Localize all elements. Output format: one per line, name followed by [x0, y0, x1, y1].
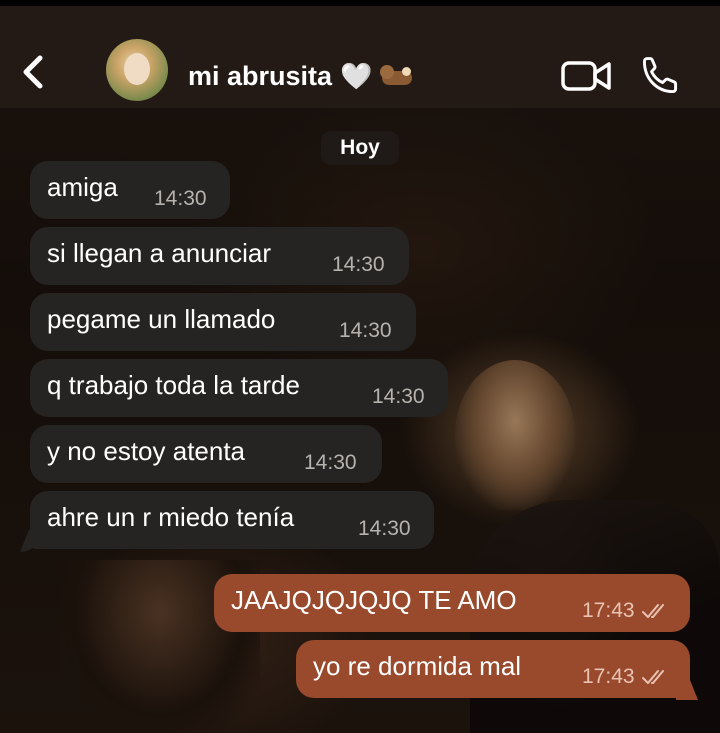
message-incoming[interactable]: si llegan a anunciar 14:30	[30, 227, 409, 285]
message-incoming[interactable]: pegame un llamado 14:30	[30, 293, 416, 351]
message-text: pegame un llamado	[47, 304, 276, 334]
message-meta: 17:43	[582, 665, 669, 689]
back-arrow-icon	[23, 55, 43, 89]
message-text: amiga	[47, 172, 118, 202]
chat-header: mi abrusita 🤍	[0, 6, 720, 108]
message-text: ahre un r miedo tenía	[47, 502, 295, 532]
double-check-icon	[641, 670, 664, 684]
phone-icon	[642, 57, 678, 94]
wallpaper-figure-head	[455, 360, 575, 510]
message-outgoing[interactable]: JAAJQJQJQJQ TE AMO 17:43	[214, 574, 690, 632]
voice-call-button[interactable]	[638, 54, 682, 98]
back-button[interactable]	[18, 54, 48, 90]
message-meta: 17:43	[582, 599, 669, 623]
message-text: JAAJQJQJQJQ TE AMO	[231, 585, 517, 615]
video-call-icon	[561, 61, 611, 91]
message-time: 14:30	[304, 451, 357, 474]
message-outgoing[interactable]: yo re dormida mal 17:43	[296, 640, 690, 698]
avatar-face	[124, 53, 150, 85]
message-time: 14:30	[339, 319, 392, 342]
date-separator: Hoy	[321, 131, 399, 165]
message-incoming[interactable]: ahre un r miedo tenía 14:30	[30, 491, 434, 549]
double-check-icon	[641, 604, 664, 618]
message-text: q trabajo toda la tarde	[47, 370, 300, 400]
message-time: 14:30	[154, 187, 207, 210]
message-text: y no estoy atenta	[47, 436, 246, 466]
message-incoming[interactable]: q trabajo toda la tarde 14:30	[30, 359, 448, 417]
message-time: 17:43	[582, 665, 635, 688]
message-incoming[interactable]: y no estoy atenta 14:30	[30, 425, 382, 483]
contact-name-area[interactable]: mi abrusita 🤍	[188, 58, 416, 94]
avatar[interactable]	[106, 39, 168, 101]
video-call-button[interactable]	[560, 56, 612, 96]
message-text: yo re dormida mal	[313, 651, 522, 681]
message-text: si llegan a anunciar	[47, 238, 272, 268]
message-time: 14:30	[358, 517, 411, 540]
otter-emoji-icon	[380, 63, 416, 89]
contact-name: mi abrusita	[188, 60, 333, 91]
message-incoming[interactable]: amiga 14:30	[30, 161, 230, 219]
heart-emoji: 🤍	[340, 60, 373, 91]
message-time: 14:30	[332, 253, 385, 276]
message-time: 14:30	[372, 385, 425, 408]
message-time: 17:43	[582, 599, 635, 622]
